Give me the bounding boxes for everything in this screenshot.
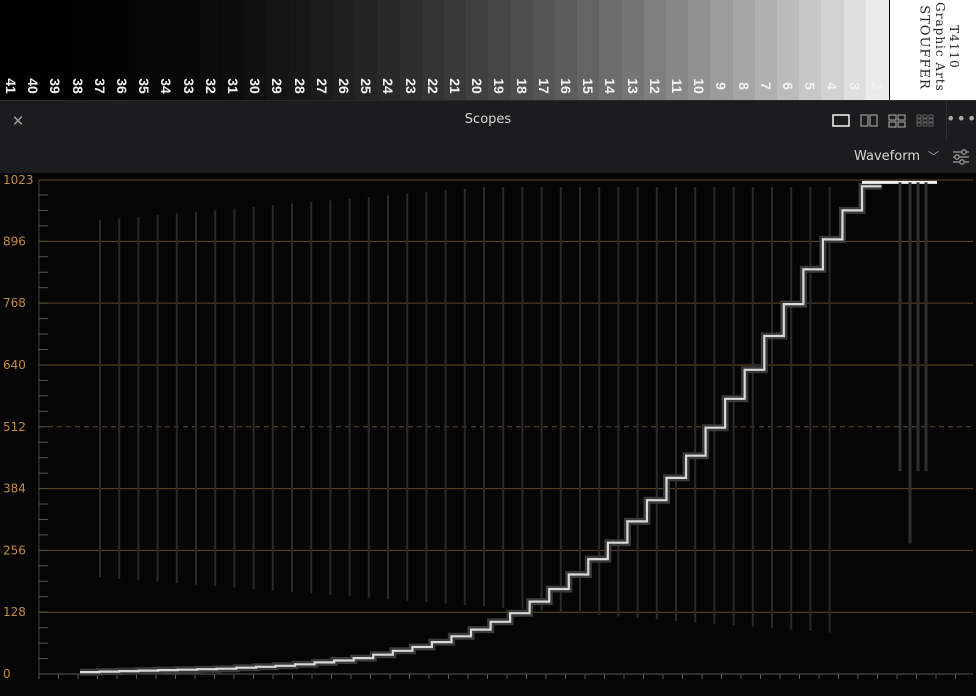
wedge-step-number: 35 [136,78,153,94]
wedge-step-number: 37 [91,78,108,94]
wedge-step-number: 13 [624,78,641,94]
wedge-step-number: 25 [358,78,375,94]
y-tick-label: 0 [3,667,11,681]
wedge-step-number: 36 [114,78,130,94]
scopes-panel-header: ✕ Scopes ••• [0,100,976,142]
y-tick-label: 384 [3,482,26,496]
wedge-step-number: 10 [691,78,708,94]
wedge-step-number: 4 [824,82,841,90]
waveform-glow [80,182,882,676]
wedge-step-number: 26 [336,78,352,94]
wedge-step-number: 18 [513,78,530,94]
y-tick-label: 256 [3,543,26,557]
wedge-step-number: 41 [3,78,19,94]
wedge-step-number: 39 [47,78,64,94]
wedge-step-number: 19 [491,78,508,94]
y-tick-label: 1023 [3,173,34,187]
wedge-step-number: 7 [757,82,774,90]
wedge-step-number: 30 [247,78,264,94]
y-tick-label: 128 [3,605,26,619]
quad-view-icon[interactable] [884,110,910,132]
wedge-step-number: 6 [780,82,796,90]
more-options-icon[interactable]: ••• [946,109,976,131]
dual-view-icon[interactable] [856,110,882,132]
wedge-step-number: 28 [291,78,308,94]
waveform-trace [80,185,882,674]
wedge-step-number: 16 [558,78,574,94]
wedge-step-number: 21 [447,78,463,94]
wedge-brand-label: STOUFFER Graphic Arts T4110 [890,0,976,100]
wedge-step-number: 20 [469,78,486,94]
y-tick-label: 640 [3,358,26,372]
chevron-down-icon: ﹀ [928,150,939,163]
y-tick-label: 512 [3,420,26,434]
waveform-scope: 1023 896 768 640 512 384 256 128 0 [0,173,976,696]
wedge-step-number: 32 [202,78,219,94]
wedge-step-number: 2 [868,82,885,90]
y-tick-label: 768 [3,296,26,310]
scope-toolbar: Waveform ﹀ [0,141,976,174]
wedge-step-number: 33 [180,78,197,94]
wedge-step-number: 11 [669,78,685,94]
wedge-step-number: 29 [269,78,286,94]
brand-text: STOUFFER [916,5,932,90]
wedge-step-number: 24 [380,78,397,94]
wedge-step-number: 22 [424,78,441,94]
y-tick-label: 896 [3,234,26,248]
wedge-step-number: 17 [535,78,552,94]
wedge-step-number: 9 [713,82,730,90]
wedge-step-number: 5 [802,82,819,90]
brand-text: T4110 [947,25,961,69]
scope-mode-dropdown[interactable]: Waveform ﹀ [848,147,945,167]
wedge-step-number: 38 [69,78,86,94]
scope-mode-value: Waveform [854,149,920,164]
wedge-step-number: 27 [313,78,330,94]
single-view-icon[interactable] [828,110,854,132]
wedge-step-number: 12 [646,78,663,94]
wedge-step-number: 40 [25,78,42,94]
wedge-step-number: 8 [735,82,752,90]
wedge-step-number: 15 [580,78,597,94]
grid-view-icon[interactable] [912,110,938,132]
brand-text: Graphic Arts [933,2,947,92]
wedge-step-number: 23 [402,78,419,94]
wedge-step-number: 31 [225,78,241,94]
step-wedge-image: 41 40 39 38 37 36 35 34 33 32 31 30 29 28 27 26 25 24 23 22… [0,0,976,100]
waveform-graph: 1023 896 768 640 512 384 256 128 0 [3,173,973,681]
wedge-step-number: 3 [846,82,863,90]
wedge-step-number: 34 [158,78,175,94]
scope-settings-icon[interactable] [950,146,972,168]
wedge-step-number: 14 [602,78,619,94]
